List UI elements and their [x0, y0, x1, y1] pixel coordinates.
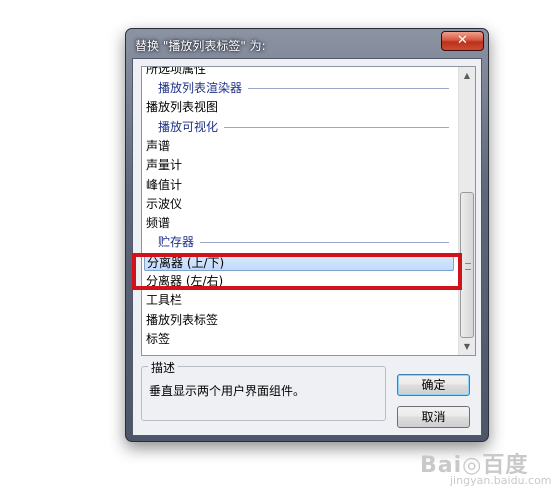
vertical-scrollbar[interactable]: ▲ ▼ — [458, 67, 475, 355]
watermark-url: jingyan.baidu.com — [450, 474, 552, 487]
list-item[interactable]: 声量计 — [146, 156, 182, 174]
description-group: 描述 垂直显示两个用户界面组件。 — [141, 359, 386, 421]
list-item[interactable]: 声谱 — [146, 137, 170, 155]
list-item[interactable]: 播放列表标签 — [146, 311, 218, 329]
group-divider — [248, 88, 449, 89]
list-item[interactable]: 示波仪 — [146, 195, 182, 213]
component-list[interactable]: 所选项属性 播放列表渲染器播放列表视图播放可视化声谱 声量计峰值计 示波仪 频谱贮存器… — [141, 66, 476, 356]
list-item[interactable]: 峰值计 — [146, 176, 182, 194]
list-item[interactable]: 标签 — [146, 330, 170, 348]
baidu-watermark: Bai◎百度 jingyan.baidu.com — [420, 447, 552, 495]
highlight-annotation — [132, 253, 462, 290]
title-bar[interactable]: 替换 "播放列表标签" 为: ✕ — [126, 29, 488, 59]
group-header-label: 贮存器 — [158, 235, 195, 249]
group-divider — [224, 127, 449, 128]
scroll-thumb[interactable] — [460, 192, 474, 338]
list-group-header: 贮存器 — [158, 233, 453, 251]
list-item[interactable]: 播放列表视图 — [146, 98, 218, 116]
scroll-down-button[interactable]: ▼ — [459, 338, 475, 355]
list-item[interactable]: 频谱 — [146, 214, 170, 232]
description-text: 垂直显示两个用户界面组件。 — [149, 384, 306, 398]
group-header-label: 播放列表渲染器 — [158, 81, 243, 95]
close-button[interactable]: ✕ — [441, 31, 484, 51]
group-header-label: 播放可视化 — [158, 120, 219, 134]
list-item[interactable]: 工具栏 — [146, 291, 182, 309]
cancel-button[interactable]: 取消 — [397, 406, 470, 428]
scroll-up-button[interactable]: ▲ — [459, 67, 475, 84]
group-divider — [200, 242, 449, 243]
grip-icon — [465, 263, 471, 270]
list-group-header: 播放可视化 — [158, 118, 453, 136]
ok-button[interactable]: 确定 — [397, 374, 470, 396]
dialog-body: 所选项属性 播放列表渲染器播放列表视图播放可视化声谱 声量计峰值计 示波仪 频谱贮存器… — [132, 58, 482, 436]
dialog-title: 替换 "播放列表标签" 为: — [135, 39, 266, 53]
description-label: 描述 — [148, 359, 179, 376]
list-group-header: 播放列表渲染器 — [158, 79, 453, 97]
replace-dialog: 替换 "播放列表标签" 为: ✕ 所选项属性 播放列表渲染器播放列表视图播放可视… — [125, 28, 489, 442]
list-item-partial[interactable]: 所选项属性 — [146, 67, 206, 78]
close-icon: ✕ — [457, 33, 468, 48]
